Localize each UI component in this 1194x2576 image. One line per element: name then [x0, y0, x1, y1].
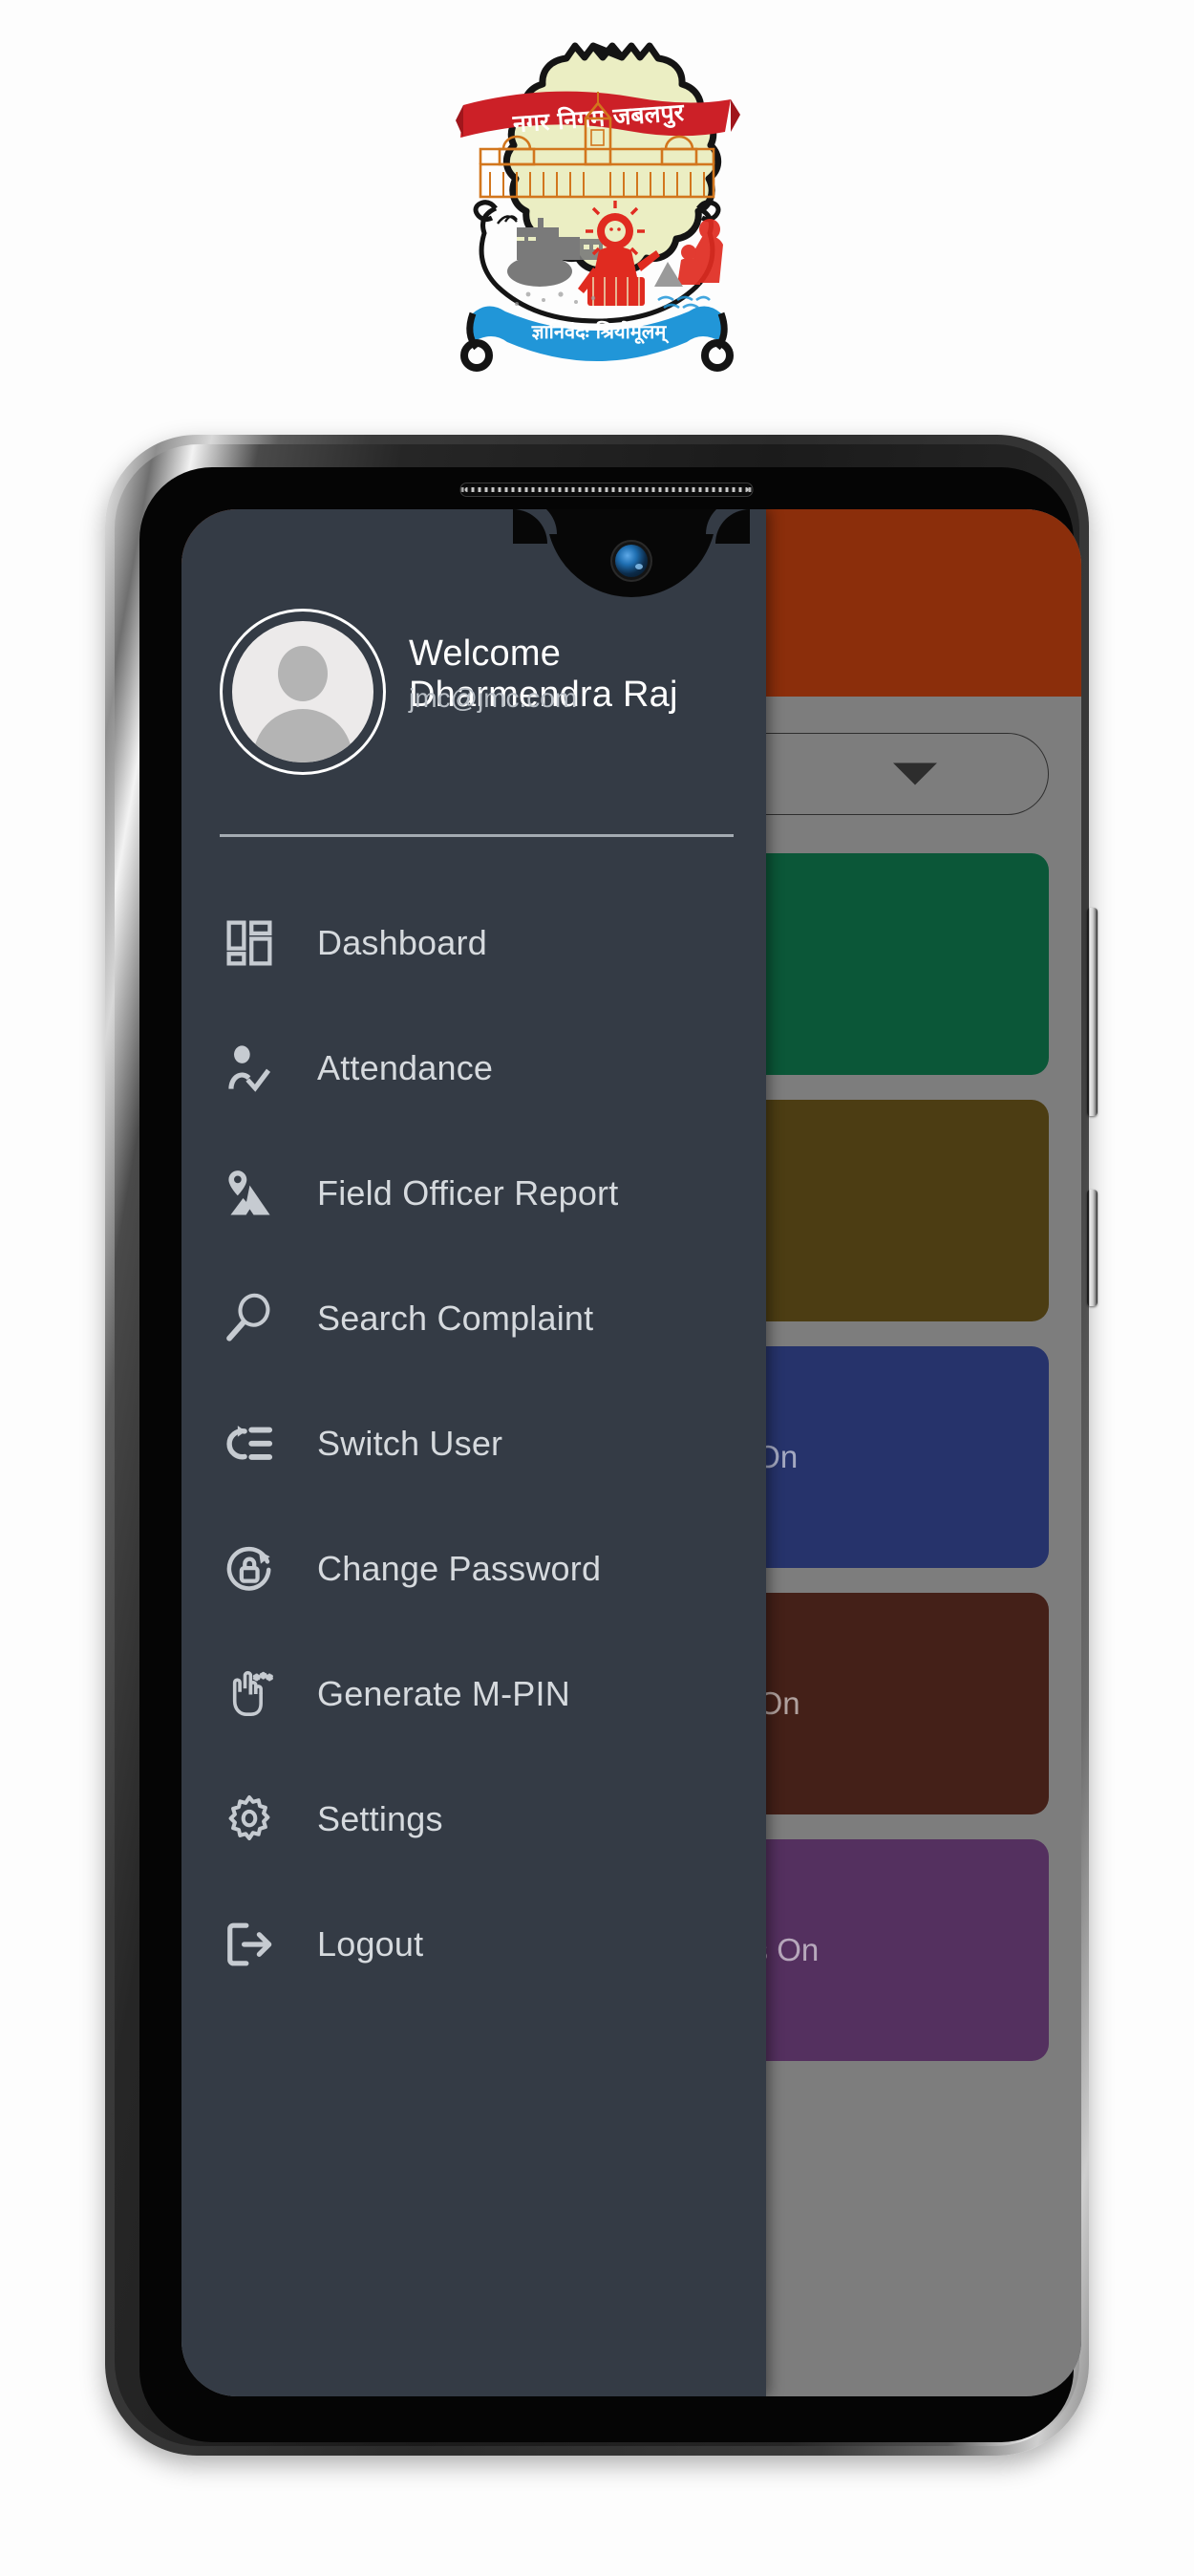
map-pin-icon: [181, 1168, 317, 1219]
person-check-icon: [181, 1042, 317, 1094]
power-button[interactable]: [1087, 1190, 1098, 1306]
sidebar-item-label: Field Officer Report: [317, 1172, 619, 1213]
sidebar-item-settings[interactable]: Settings: [181, 1756, 766, 1881]
jabalpur-municipal-corporation-emblem: नगर निगम जबलपुर ज्ञानिवंदः श्रियोमूलम्: [456, 42, 740, 372]
sidebar-item-label: Settings: [317, 1798, 443, 1838]
sidebar-item-generate-m-pin[interactable]: Generate M-PIN: [181, 1631, 766, 1756]
gear-icon: [181, 1793, 317, 1845]
phone-outer-frame: Complaints Total Complaints Pending Comp…: [105, 435, 1098, 2456]
drawer-divider: [220, 834, 734, 837]
magnifier-icon: [181, 1293, 317, 1344]
front-camera: [615, 545, 648, 577]
sidebar-item-dashboard[interactable]: Dashboard: [181, 880, 766, 1005]
phone-mid-frame: Complaints Total Complaints Pending Comp…: [115, 444, 1081, 2446]
phone-mockup: Complaints Total Complaints Pending Comp…: [105, 435, 1098, 2456]
sidebar-item-label: Change Password: [317, 1548, 602, 1588]
avatar[interactable]: [220, 609, 386, 775]
sidebar-item-label: Attendance: [317, 1047, 494, 1087]
volume-rocker[interactable]: [1087, 908, 1098, 1116]
hand-pin-icon: [181, 1668, 317, 1720]
sidebar-item-label: Logout: [317, 1923, 424, 1964]
logout-arrow-icon: [181, 1919, 317, 1970]
phone-screen: Complaints Total Complaints Pending Comp…: [181, 509, 1081, 2396]
speaker-grille: [459, 483, 754, 497]
emblem-container: नगर निगम जबलपुर ज्ञानिवंदः श्रियोमूलम्: [0, 34, 1194, 407]
person-placeholder-icon: [232, 621, 373, 762]
lock-refresh-icon: [181, 1543, 317, 1595]
sidebar-item-logout[interactable]: Logout: [181, 1881, 766, 2007]
emblem-motto-text: ज्ञानिवंदः श्रियोमूलम्: [531, 320, 671, 344]
dashboard-grid-icon: [181, 917, 317, 969]
sidebar-item-label: Switch User: [317, 1423, 503, 1463]
phone-bezel: Complaints Total Complaints Pending Comp…: [139, 467, 1081, 2442]
profile-email: jmc@jmc.com: [409, 683, 578, 713]
drawer-profile-header: Welcome Dharmendra Raj jmc@jmc.com: [181, 601, 766, 802]
sidebar-item-search-complaint[interactable]: Search Complaint: [181, 1256, 766, 1381]
sidebar-item-field-officer-report[interactable]: Field Officer Report: [181, 1130, 766, 1256]
sidebar-item-change-password[interactable]: Change Password: [181, 1506, 766, 1631]
sidebar-item-label: Generate M-PIN: [317, 1673, 570, 1713]
sidebar-item-attendance[interactable]: Attendance: [181, 1005, 766, 1130]
sidebar-item-switch-user[interactable]: Switch User: [181, 1381, 766, 1506]
sidebar-item-label: Dashboard: [317, 922, 487, 962]
chevron-down-icon: [893, 762, 937, 785]
switch-user-list-icon: [181, 1418, 317, 1470]
sidebar-item-label: Search Complaint: [317, 1298, 594, 1338]
drawer-menu: Dashboard Attendance Field Officer Repor…: [181, 880, 766, 2007]
navigation-drawer: Welcome Dharmendra Raj jmc@jmc.com Dashb…: [181, 509, 766, 2396]
